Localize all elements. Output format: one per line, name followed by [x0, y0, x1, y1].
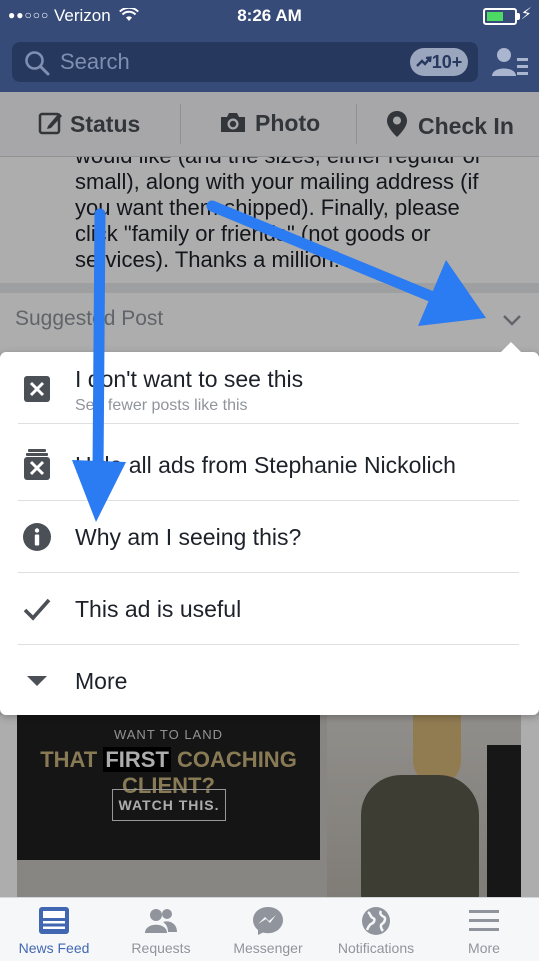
- clock: 8:26 AM: [237, 6, 302, 25]
- tab-requests[interactable]: Requests: [107, 898, 215, 961]
- trending-badge[interactable]: 10+: [410, 48, 468, 76]
- menu-item-title: Hide all ads from Stephanie Nickolich: [75, 452, 456, 478]
- tab-notifications[interactable]: Notifications: [322, 898, 430, 961]
- charging-icon: ⚡: [520, 6, 532, 23]
- tab-label: News Feed: [18, 940, 90, 956]
- globe-icon: [362, 907, 390, 935]
- menu-item-subtitle: See fewer posts like this: [75, 397, 248, 414]
- search-icon: [25, 51, 50, 76]
- tab-label: Notifications: [337, 940, 415, 956]
- menu-item-ad-useful[interactable]: This ad is useful: [0, 573, 539, 645]
- stack-x-icon: [24, 449, 50, 480]
- checkmark-icon: [23, 598, 51, 621]
- requests-icon: [145, 909, 177, 933]
- search-input[interactable]: Search 10+: [12, 42, 478, 82]
- info-icon: [23, 523, 51, 551]
- tab-news-feed[interactable]: News Feed: [0, 898, 108, 961]
- menu-item-title: More: [75, 668, 128, 694]
- tab-bar: News Feed Requests Messenger Notificatio…: [0, 897, 539, 961]
- ad-options-menu: I don't want to see this See fewer posts…: [0, 342, 539, 717]
- messenger-icon: [253, 907, 283, 935]
- menu-item-title: I don't want to see this: [75, 366, 304, 392]
- menu-icon: [469, 910, 499, 931]
- tab-messenger[interactable]: Messenger: [214, 898, 322, 961]
- menu-item-hide-all-ads[interactable]: Hide all ads from Stephanie Nickolich: [0, 429, 539, 501]
- friends-list-icon[interactable]: [490, 44, 530, 82]
- triangle-down-icon: [27, 676, 47, 686]
- status-bar: ●●○○○ Verizon 8:26 AM ⚡: [0, 0, 539, 30]
- x-box-icon: [24, 376, 50, 402]
- menu-item-why-seeing[interactable]: Why am I seeing this?: [0, 501, 539, 573]
- menu-item-title: Why am I seeing this?: [75, 524, 302, 550]
- search-placeholder: Search: [60, 49, 130, 74]
- tab-label: Requests: [131, 940, 191, 956]
- tab-label: Messenger: [233, 940, 303, 956]
- trending-icon: [415, 56, 432, 67]
- menu-item-hide-post[interactable]: I don't want to see this See fewer posts…: [0, 352, 539, 424]
- battery-icon: [483, 8, 520, 25]
- menu-item-more[interactable]: More: [0, 645, 539, 717]
- news-feed-icon: [39, 907, 69, 934]
- tab-more[interactable]: More: [430, 898, 538, 961]
- tab-label: More: [468, 940, 500, 956]
- menu-item-title: This ad is useful: [75, 596, 242, 622]
